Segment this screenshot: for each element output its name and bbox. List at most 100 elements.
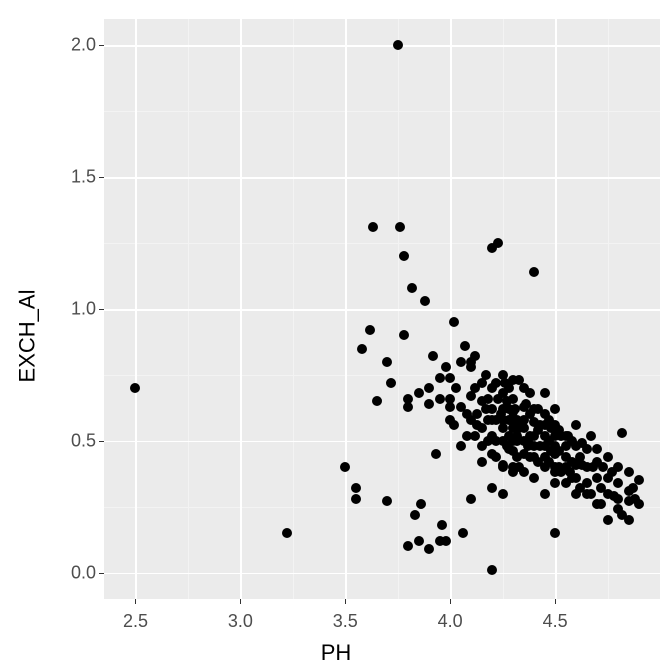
data-point <box>449 420 459 430</box>
data-point <box>550 528 560 538</box>
x-tick-label: 2.5 <box>123 611 148 632</box>
data-point <box>481 370 491 380</box>
data-point <box>617 428 627 438</box>
y-axis-label: EXCH_Al <box>12 0 42 672</box>
tickmark-y <box>99 309 104 310</box>
grid-major-h <box>104 45 660 47</box>
y-tick-label: 0.5 <box>48 430 96 451</box>
data-point <box>508 394 518 404</box>
data-point <box>613 462 623 472</box>
data-point <box>410 510 420 520</box>
data-point <box>424 544 434 554</box>
data-point <box>540 489 550 499</box>
data-point <box>483 394 493 404</box>
data-point <box>525 388 535 398</box>
x-axis-label: PH <box>0 640 672 666</box>
y-axis-label-text: EXCH_Al <box>14 290 40 383</box>
data-point <box>550 404 560 414</box>
data-point <box>382 357 392 367</box>
tickmark-x <box>240 599 241 604</box>
tickmark-x <box>135 599 136 604</box>
data-point <box>414 536 424 546</box>
x-tick-label: 4.5 <box>543 611 568 632</box>
data-point <box>529 267 539 277</box>
data-point <box>365 325 375 335</box>
grid-minor-h <box>104 507 660 508</box>
data-point <box>424 383 434 393</box>
data-point <box>613 494 623 504</box>
data-point <box>634 475 644 485</box>
data-point <box>498 489 508 499</box>
x-tick-label: 3.5 <box>333 611 358 632</box>
scatter-chart: EXCH_Al PH 2.5 3.0 3.5 4.0 4.5 0.0 0.5 1.0 1.5 2.… <box>0 0 672 672</box>
data-point <box>351 483 361 493</box>
data-point <box>460 341 470 351</box>
grid-minor-h <box>104 111 660 112</box>
data-point <box>435 394 445 404</box>
data-point <box>395 222 405 232</box>
grid-major-h <box>104 573 660 575</box>
tickmark-y <box>99 573 104 574</box>
data-point <box>582 478 592 488</box>
data-point <box>592 444 602 454</box>
y-tick-label: 0.0 <box>48 562 96 583</box>
data-point <box>451 383 461 393</box>
tickmark-x <box>555 599 556 604</box>
data-point <box>445 373 455 383</box>
data-point <box>403 402 413 412</box>
data-point <box>351 494 361 504</box>
data-point <box>466 362 476 372</box>
tickmark-x <box>450 599 451 604</box>
data-point <box>586 489 596 499</box>
grid-major-h <box>104 177 660 179</box>
data-point <box>456 357 466 367</box>
data-point <box>550 478 560 488</box>
data-point <box>603 452 613 462</box>
data-point <box>445 394 455 404</box>
tickmark-x <box>345 599 346 604</box>
data-point <box>456 441 466 451</box>
grid-minor-h <box>104 243 660 244</box>
data-point <box>372 396 382 406</box>
data-point <box>431 449 441 459</box>
data-point <box>441 536 451 546</box>
data-point <box>441 362 451 372</box>
tickmark-y <box>99 441 104 442</box>
y-tick-label: 1.5 <box>48 167 96 188</box>
y-tick-label: 2.0 <box>48 35 96 56</box>
data-point <box>416 499 426 509</box>
data-point <box>571 473 581 483</box>
data-point <box>458 528 468 538</box>
data-point <box>624 467 634 477</box>
data-point <box>368 222 378 232</box>
data-point <box>386 378 396 388</box>
data-point <box>487 483 497 493</box>
data-point <box>519 467 529 477</box>
data-point <box>382 496 392 506</box>
data-point <box>477 457 487 467</box>
data-point <box>586 431 596 441</box>
data-point <box>424 399 434 409</box>
data-point <box>582 444 592 454</box>
data-point <box>634 499 644 509</box>
data-point <box>340 462 350 472</box>
data-point <box>414 388 424 398</box>
data-point <box>540 388 550 398</box>
x-axis-label-text: PH <box>321 640 352 665</box>
data-point <box>435 373 445 383</box>
data-point <box>498 462 508 472</box>
plot-panel <box>104 19 660 599</box>
data-point <box>420 296 430 306</box>
data-point <box>399 330 409 340</box>
data-point <box>571 420 581 430</box>
x-tick-label: 3.0 <box>228 611 253 632</box>
y-tick-label: 1.0 <box>48 299 96 320</box>
data-point <box>596 499 606 509</box>
tickmark-y <box>99 45 104 46</box>
data-point <box>282 528 292 538</box>
data-point <box>466 494 476 504</box>
x-tick-label: 4.0 <box>438 611 463 632</box>
data-point <box>449 317 459 327</box>
data-point <box>428 351 438 361</box>
grid-major-h <box>104 309 660 311</box>
